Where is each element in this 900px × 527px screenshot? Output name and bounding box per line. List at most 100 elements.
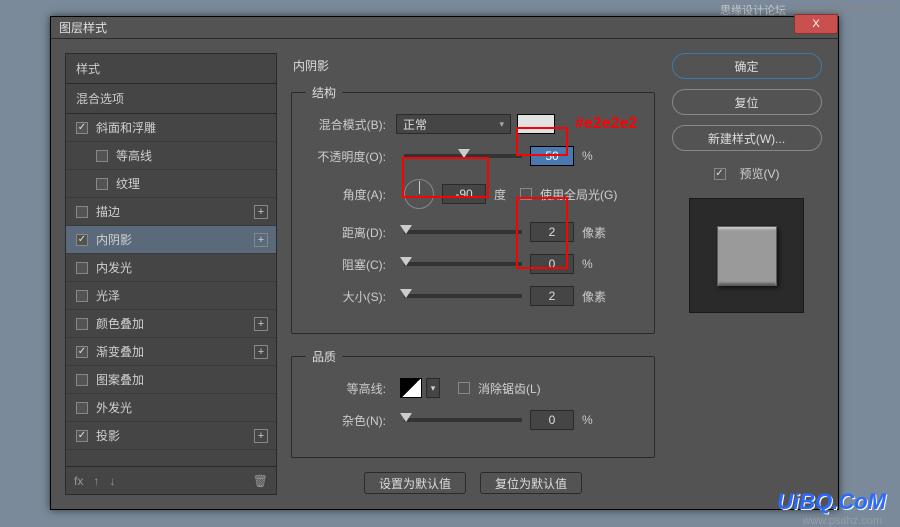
sidebar-label-5: 内发光 [96, 259, 132, 276]
sidebar-plus-4[interactable]: + [254, 233, 268, 247]
angle-dial[interactable] [404, 179, 434, 209]
noise-label: 杂色(N): [306, 412, 386, 429]
noise-slider[interactable] [404, 418, 522, 422]
reset-default-button[interactable]: 复位为默认值 [480, 472, 582, 494]
choke-input[interactable]: 0 [530, 254, 574, 274]
noise-unit: % [582, 413, 593, 427]
structure-group: 结构 混合模式(B): 正常 ▾ #e2e2e2 不透明度(O): 50 % [291, 84, 655, 334]
sidebar-plus-7[interactable]: + [254, 317, 268, 331]
sidebar-item-3[interactable]: 描边 + [66, 198, 276, 226]
noise-input[interactable]: 0 [530, 410, 574, 430]
preview-label: 预览(V) [740, 165, 780, 182]
choke-unit: % [582, 257, 593, 271]
sidebar-header: 样式 [66, 54, 276, 84]
sidebar-subheader[interactable]: 混合选项 [66, 84, 276, 114]
sidebar-item-4[interactable]: 内阴影 + [66, 226, 276, 254]
opacity-unit: % [582, 149, 593, 163]
distance-unit: 像素 [582, 224, 606, 241]
main-title: 内阴影 [291, 53, 655, 84]
sidebar-check-11[interactable] [76, 430, 88, 442]
sidebar-label-1: 等高线 [116, 147, 152, 164]
sidebar-label-7: 颜色叠加 [96, 315, 144, 332]
angle-label: 角度(A): [306, 186, 386, 203]
antialias-label: 消除锯齿(L) [478, 380, 541, 397]
sidebar-check-4[interactable] [76, 234, 88, 246]
sidebar-plus-8[interactable]: + [254, 345, 268, 359]
sidebar-plus-3[interactable]: + [254, 205, 268, 219]
fx-icon[interactable]: fx [74, 474, 83, 488]
choke-slider[interactable] [404, 262, 522, 266]
contour-label: 等高线: [306, 380, 386, 397]
sidebar-label-8: 渐变叠加 [96, 343, 144, 360]
opacity-input[interactable]: 50 [530, 146, 574, 166]
choke-label: 阻塞(C): [306, 256, 386, 273]
sidebar-footer: fx ↑ ↓ 🗑 [66, 466, 276, 494]
titlebar: 图层样式 [51, 17, 838, 39]
sidebar-item-11[interactable]: 投影+ [66, 422, 276, 450]
angle-input[interactable]: -90 [442, 184, 486, 204]
close-button[interactable]: X [794, 14, 838, 34]
color-swatch[interactable] [517, 114, 555, 134]
sidebar-check-2[interactable] [96, 178, 108, 190]
ok-button[interactable]: 确定 [672, 53, 822, 79]
structure-legend: 结构 [306, 84, 342, 101]
global-light-label: 使用全局光(G) [540, 186, 617, 203]
sidebar-item-5[interactable]: 内发光 [66, 254, 276, 282]
blend-mode-select[interactable]: 正常 ▾ [396, 114, 511, 134]
sidebar-check-0[interactable] [76, 122, 88, 134]
sidebar-plus-11[interactable]: + [254, 429, 268, 443]
sidebar-item-2[interactable]: 纹理 [66, 170, 276, 198]
preview-box [689, 198, 804, 313]
opacity-label: 不透明度(O): [306, 148, 386, 165]
right-column: 确定 复位 新建样式(W)... 预览(V) [669, 53, 824, 495]
antialias-checkbox[interactable] [458, 382, 470, 394]
sidebar-label-3: 描边 [96, 203, 120, 220]
sidebar-check-1[interactable] [96, 150, 108, 162]
sidebar-check-10[interactable] [76, 402, 88, 414]
chevron-down-icon: ▾ [499, 119, 504, 130]
sidebar-check-3[interactable] [76, 206, 88, 218]
styles-sidebar: 样式 混合选项 斜面和浮雕等高线纹理描边 + 内阴影 + 内发光光泽颜色叠加 + 渐变叠加 +… [65, 53, 277, 495]
hex-annotation: #e2e2e2 [575, 115, 637, 133]
sidebar-list: 斜面和浮雕等高线纹理描边 + 内阴影 + 内发光光泽颜色叠加 + 渐变叠加 + 图案叠加外发光投… [66, 114, 276, 466]
blend-mode-label: 混合模式(B): [306, 116, 386, 133]
sidebar-item-6[interactable]: 光泽 [66, 282, 276, 310]
distance-input[interactable]: 2 [530, 222, 574, 242]
size-slider[interactable] [404, 294, 522, 298]
arrow-down-icon[interactable]: ↓ [109, 474, 115, 488]
sidebar-item-1[interactable]: 等高线 [66, 142, 276, 170]
watermark-sub: www.psahz.com [803, 515, 882, 527]
angle-unit: 度 [494, 186, 506, 203]
sidebar-label-9: 图案叠加 [96, 371, 144, 388]
sidebar-check-7[interactable] [76, 318, 88, 330]
quality-group: 品质 等高线: ▾ 消除锯齿(L) 杂色(N): 0 % [291, 348, 655, 458]
sidebar-label-6: 光泽 [96, 287, 120, 304]
contour-dropdown[interactable]: ▾ [426, 378, 440, 398]
distance-label: 距离(D): [306, 224, 386, 241]
trash-icon[interactable]: 🗑 [253, 474, 268, 488]
sidebar-check-6[interactable] [76, 290, 88, 302]
sidebar-label-4: 内阴影 [96, 231, 132, 248]
distance-slider[interactable] [404, 230, 522, 234]
dialog-title: 图层样式 [59, 19, 107, 36]
sidebar-item-8[interactable]: 渐变叠加 + [66, 338, 276, 366]
sidebar-check-8[interactable] [76, 346, 88, 358]
sidebar-check-5[interactable] [76, 262, 88, 274]
sidebar-item-7[interactable]: 颜色叠加 + [66, 310, 276, 338]
preview-checkbox[interactable] [714, 168, 726, 180]
new-style-button[interactable]: 新建样式(W)... [672, 125, 822, 151]
opacity-slider[interactable] [404, 154, 522, 158]
quality-legend: 品质 [306, 348, 342, 365]
make-default-button[interactable]: 设置为默认值 [364, 472, 466, 494]
reset-button[interactable]: 复位 [672, 89, 822, 115]
sidebar-item-0[interactable]: 斜面和浮雕 [66, 114, 276, 142]
global-light-checkbox[interactable] [520, 188, 532, 200]
arrow-up-icon[interactable]: ↑ [93, 474, 99, 488]
size-label: 大小(S): [306, 288, 386, 305]
size-input[interactable]: 2 [530, 286, 574, 306]
sidebar-check-9[interactable] [76, 374, 88, 386]
sidebar-item-9[interactable]: 图案叠加 [66, 366, 276, 394]
sidebar-item-10[interactable]: 外发光 [66, 394, 276, 422]
sidebar-label-0: 斜面和浮雕 [96, 119, 156, 136]
contour-swatch[interactable] [400, 378, 422, 398]
